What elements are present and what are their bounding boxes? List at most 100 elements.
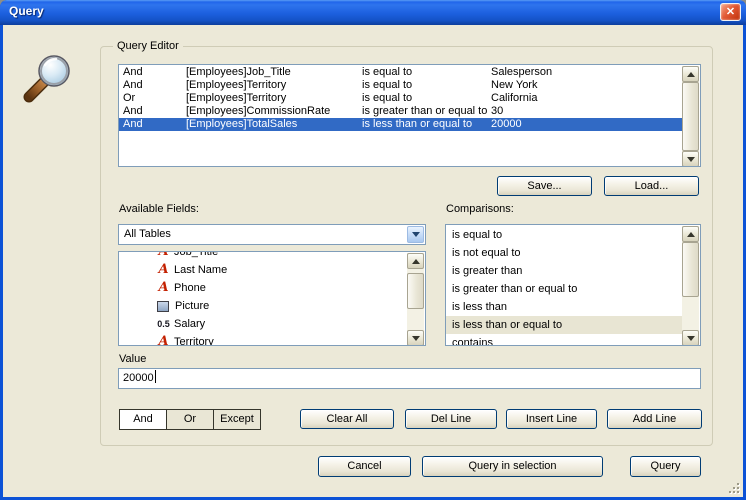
clear-all-button[interactable]: Clear All bbox=[300, 409, 394, 429]
field-item-label: Phone bbox=[174, 282, 206, 294]
condition-conjunction: And bbox=[123, 66, 143, 79]
query-condition-row[interactable]: And [Employees]Territory is equal to New Yo… bbox=[119, 79, 683, 92]
table-selector-value: All Tables bbox=[124, 227, 171, 242]
alpha-field-icon: A bbox=[156, 279, 171, 297]
comparison-item[interactable]: is greater than or equal to bbox=[446, 280, 683, 298]
conjunction-except-button[interactable]: Except bbox=[214, 410, 260, 429]
field-item-label: Territory bbox=[174, 336, 214, 346]
available-fields-list[interactable]: AJob_TitleALast NameAPhonePicture0.5Sala… bbox=[118, 251, 426, 346]
condition-conjunction: And bbox=[123, 105, 143, 118]
condition-conjunction: And bbox=[123, 118, 143, 131]
resize-grip[interactable] bbox=[728, 482, 742, 496]
condition-value: California bbox=[491, 92, 537, 105]
cancel-button[interactable]: Cancel bbox=[318, 456, 411, 477]
up-arrow-icon bbox=[687, 72, 695, 77]
comparison-item[interactable]: is greater than bbox=[446, 262, 683, 280]
query-condition-row[interactable]: Or[Employees]Territoryis equal toCalifor… bbox=[119, 92, 683, 105]
field-item[interactable]: APhone bbox=[119, 279, 408, 297]
del-line-button[interactable]: Del Line bbox=[405, 409, 497, 429]
query-condition-row[interactable]: And [Employees]TotalSales is less than or … bbox=[119, 118, 683, 131]
condition-value: 30 bbox=[491, 105, 503, 118]
magnifier-icon bbox=[17, 49, 77, 109]
condition-field: [Employees]TotalSales bbox=[186, 118, 297, 131]
condition-conjunction: And bbox=[123, 79, 143, 92]
condition-operator: is greater than or equal to bbox=[362, 105, 487, 118]
scrollbar-thumb[interactable] bbox=[682, 242, 699, 297]
scroll-up-button[interactable] bbox=[682, 66, 699, 82]
down-arrow-icon bbox=[412, 336, 420, 341]
field-item[interactable]: Picture bbox=[119, 297, 408, 315]
scrollbar-thumb[interactable] bbox=[682, 82, 699, 151]
chevron-down-icon bbox=[412, 232, 420, 237]
add-line-button[interactable]: Add Line bbox=[607, 409, 702, 429]
comparison-item[interactable]: is less than or equal to bbox=[446, 316, 683, 334]
comparison-item[interactable]: contains bbox=[446, 334, 683, 346]
field-item-label: Picture bbox=[175, 300, 209, 312]
window-title: Query bbox=[9, 4, 44, 18]
condition-conjunction: Or bbox=[123, 92, 135, 105]
alpha-field-icon: A bbox=[156, 333, 171, 346]
scroll-down-button[interactable] bbox=[682, 151, 699, 167]
condition-field: [Employees]CommissionRate bbox=[186, 105, 330, 118]
scroll-down-button[interactable] bbox=[407, 330, 424, 346]
query-list-scrollbar[interactable] bbox=[682, 66, 699, 167]
fields-list-scrollbar[interactable] bbox=[407, 253, 424, 346]
condition-operator: is equal to bbox=[362, 66, 412, 79]
query-in-selection-button[interactable]: Query in selection bbox=[422, 456, 603, 477]
query-editor-group-label: Query Editor bbox=[113, 40, 183, 52]
up-arrow-icon bbox=[412, 259, 420, 264]
field-item-label: Last Name bbox=[174, 264, 227, 276]
scroll-up-button[interactable] bbox=[682, 226, 699, 242]
number-field-icon: 0.5 bbox=[156, 315, 171, 333]
query-button[interactable]: Query bbox=[630, 456, 701, 477]
condition-value: New York bbox=[491, 79, 537, 92]
title-bar[interactable]: Query ✕ bbox=[0, 0, 746, 25]
down-arrow-icon bbox=[687, 157, 695, 162]
table-selector[interactable]: All Tables bbox=[118, 224, 426, 245]
field-item[interactable]: ALast Name bbox=[119, 261, 408, 279]
picture-field-icon bbox=[157, 301, 169, 312]
query-window: Query ✕ Query Edi bbox=[0, 0, 746, 500]
conjunction-and-button[interactable]: And bbox=[120, 410, 166, 429]
field-item[interactable]: 0.5Salary bbox=[119, 315, 408, 333]
comparison-item[interactable]: is not equal to bbox=[446, 244, 683, 262]
alpha-field-icon: A bbox=[156, 261, 171, 279]
up-arrow-icon bbox=[687, 232, 695, 237]
query-condition-row[interactable]: And [Employees]CommissionRate is greater t… bbox=[119, 105, 683, 118]
condition-value: 20000 bbox=[491, 118, 522, 131]
condition-field: [Employees]Job_Title bbox=[186, 66, 291, 79]
condition-value: Salesperson bbox=[491, 66, 552, 79]
query-conditions-list[interactable]: And[Employees]Job_Titleis equal toSalesp… bbox=[118, 64, 701, 167]
field-item-label: Job_Title bbox=[174, 251, 218, 258]
scroll-down-button[interactable] bbox=[682, 330, 699, 346]
condition-operator: is equal to bbox=[362, 79, 412, 92]
comparison-items: is equal tois not equal tois greater tha… bbox=[446, 226, 683, 346]
comparisons-list[interactable]: is equal tois not equal tois greater tha… bbox=[445, 224, 701, 346]
field-item[interactable]: AJob_Title bbox=[119, 251, 408, 261]
scroll-up-button[interactable] bbox=[407, 253, 424, 269]
comparison-item[interactable]: is less than bbox=[446, 298, 683, 316]
insert-line-button[interactable]: Insert Line bbox=[506, 409, 597, 429]
field-item[interactable]: ATerritory bbox=[119, 333, 408, 346]
available-fields-label: Available Fields: bbox=[119, 203, 199, 215]
value-label: Value bbox=[119, 353, 146, 365]
comparisons-list-scrollbar[interactable] bbox=[682, 226, 699, 346]
down-arrow-icon bbox=[687, 336, 695, 341]
query-condition-row[interactable]: And [Employees]Job_Title is equal to Salesp… bbox=[119, 66, 683, 79]
value-input[interactable]: 20000 bbox=[118, 368, 701, 389]
close-button[interactable]: ✕ bbox=[720, 3, 741, 21]
field-items: AJob_TitleALast NameAPhonePicture0.5Sala… bbox=[119, 252, 408, 346]
dialog-client-area: Query Editor And[Employees]Job_Titleis e… bbox=[3, 25, 743, 497]
text-caret bbox=[155, 370, 156, 383]
alpha-field-icon: A bbox=[156, 251, 171, 261]
condition-field: [Employees]Territory bbox=[186, 79, 286, 92]
condition-operator: is less than or equal to bbox=[362, 118, 472, 131]
comparisons-label: Comparisons: bbox=[446, 203, 514, 215]
conjunction-toggle-group: AndOrExcept bbox=[119, 409, 261, 430]
load-button[interactable]: Load... bbox=[604, 176, 699, 196]
scrollbar-thumb[interactable] bbox=[407, 273, 424, 309]
conjunction-or-button[interactable]: Or bbox=[167, 410, 213, 429]
save-button[interactable]: Save... bbox=[497, 176, 592, 196]
table-selector-dropdown-button[interactable] bbox=[407, 226, 424, 243]
comparison-item[interactable]: is equal to bbox=[446, 226, 683, 244]
